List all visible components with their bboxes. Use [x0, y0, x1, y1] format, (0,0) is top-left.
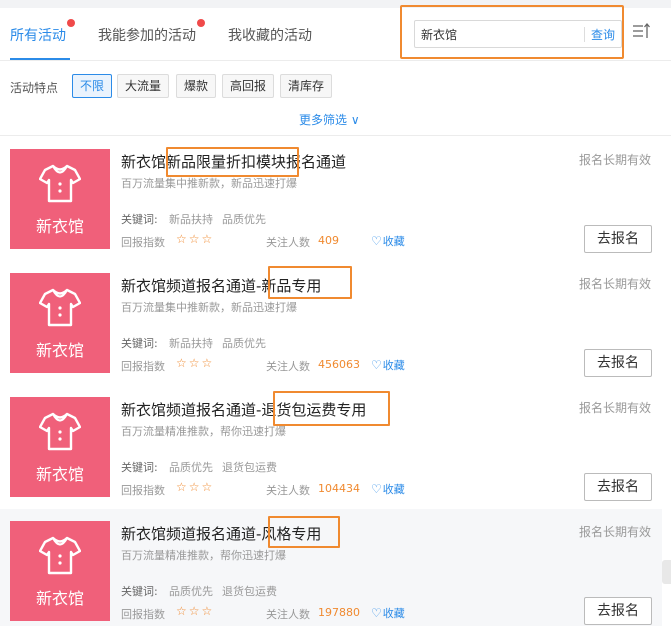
join-button[interactable]: 去报名	[584, 473, 652, 501]
shirt-icon	[39, 164, 81, 203]
status-text: 报名长期有效	[578, 525, 651, 539]
tab-favorite-activities[interactable]: 我收藏的活动	[228, 25, 312, 45]
activity-subtitle: 百万流量精准推款，帮你迅速打爆	[121, 425, 286, 438]
activity-thumbnail[interactable]: 新衣馆	[10, 397, 110, 497]
keyword-tag: 退货包运费	[222, 585, 277, 598]
chevron-down-icon: ∨	[350, 113, 360, 127]
activity-card: 新衣馆 新衣馆频道报名通道-退货包运费专用百万流量精准推款，帮你迅速打爆 关键词: 品…	[0, 385, 662, 509]
thumbnail-label: 新衣馆	[35, 217, 84, 236]
keyword-tag: 新品扶持	[169, 213, 213, 226]
keywords-label: 关键词:	[121, 461, 158, 474]
thumbnail-label: 新衣馆	[35, 341, 84, 360]
filter-label: 活动特点	[10, 81, 59, 95]
thumbnail-label: 新衣馆	[35, 589, 84, 608]
tab-label: 我收藏的活动	[228, 28, 312, 44]
followers-label: 关注人数	[266, 236, 310, 249]
star-rating: ☆☆☆	[176, 480, 215, 494]
activity-card: 新衣馆 新衣馆新品限量折扣模块报名通道百万流量集中推新款，新品迅速打爆 关键词: 新品…	[0, 137, 662, 261]
followers-label: 关注人数	[266, 360, 310, 373]
keyword-tag: 品质优先	[169, 585, 213, 598]
followers-label: 关注人数	[266, 484, 310, 497]
favorite-button[interactable]: ♡收藏	[371, 605, 405, 621]
favorite-label: 收藏	[382, 483, 405, 496]
search-divider	[584, 27, 585, 42]
activity-subtitle: 百万流量集中推新款，新品迅速打爆	[121, 177, 297, 190]
favorite-button[interactable]: ♡收藏	[371, 481, 405, 497]
favorite-label: 收藏	[382, 235, 405, 248]
activity-thumbnail[interactable]: 新衣馆	[10, 149, 110, 249]
search-box: 查询	[414, 20, 622, 48]
favorite-label: 收藏	[382, 359, 405, 372]
activity-card: 新衣馆 新衣馆频道报名通道-风格专用百万流量精准推款，帮你迅速打爆 关键词: 品质优先…	[0, 509, 662, 626]
divider	[0, 60, 671, 61]
star-rating: ☆☆☆	[176, 604, 215, 618]
tab-label: 我能参加的活动	[98, 28, 196, 44]
star-rating: ☆☆☆	[176, 356, 215, 370]
notification-dot	[67, 19, 75, 27]
thumbnail-label: 新衣馆	[35, 465, 84, 484]
filter-row: 活动特点 不限 大流量 爆款 高回报 清库存	[0, 72, 671, 102]
tab-label: 所有活动	[10, 28, 66, 44]
keyword-tag: 退货包运费	[222, 461, 277, 474]
search-button[interactable]: 查询	[591, 26, 615, 43]
status-text: 报名长期有效	[578, 277, 651, 291]
favorite-button[interactable]: ♡收藏	[371, 357, 405, 373]
join-button[interactable]: 去报名	[584, 225, 652, 253]
status-text: 报名长期有效	[578, 401, 651, 415]
heart-icon: ♡	[371, 358, 382, 372]
join-button[interactable]: 去报名	[584, 597, 652, 625]
side-handle[interactable]	[662, 560, 671, 584]
followers-label: 关注人数	[266, 608, 310, 621]
tab-all-activities[interactable]: 所有活动	[10, 19, 75, 45]
activity-title[interactable]: 新衣馆频道报名通道-风格专用	[121, 523, 321, 544]
return-index-label: 回报指数	[121, 360, 165, 373]
more-filters-toggle[interactable]: 更多筛选 ∨	[299, 111, 360, 128]
return-index-label: 回报指数	[121, 484, 165, 497]
keyword-tag: 新品扶持	[169, 337, 213, 350]
shirt-icon	[39, 288, 81, 327]
keyword-tag: 品质优先	[169, 461, 213, 474]
return-index-label: 回报指数	[121, 608, 165, 621]
shirt-icon	[39, 536, 81, 575]
activity-title[interactable]: 新衣馆频道报名通道-退货包运费专用	[121, 399, 366, 420]
heart-icon: ♡	[371, 234, 382, 248]
filter-chip-hot-item[interactable]: 爆款	[176, 74, 217, 98]
filter-chip-high-traffic[interactable]: 大流量	[117, 74, 170, 98]
activity-subtitle: 百万流量精准推款，帮你迅速打爆	[121, 549, 286, 562]
join-button[interactable]: 去报名	[584, 349, 652, 377]
keywords-label: 关键词:	[121, 585, 158, 598]
keyword-tag: 品质优先	[222, 337, 266, 350]
keywords-label: 关键词:	[121, 213, 158, 226]
filter-chip-high-return[interactable]: 高回报	[222, 74, 275, 98]
notification-dot	[197, 19, 205, 27]
return-index-label: 回报指数	[121, 236, 165, 249]
star-rating: ☆☆☆	[176, 232, 215, 246]
heart-icon: ♡	[371, 606, 382, 620]
favorite-button[interactable]: ♡收藏	[371, 233, 405, 249]
activity-card: 新衣馆 新衣馆频道报名通道-新品专用百万流量集中推新款，新品迅速打爆 关键词: 新品扶…	[0, 261, 662, 385]
top-bar	[0, 0, 671, 8]
filter-chip-clear-stock[interactable]: 清库存	[280, 74, 333, 98]
keywords-label: 关键词:	[121, 337, 158, 350]
heart-icon: ♡	[371, 482, 382, 496]
tab-eligible-activities[interactable]: 我能参加的活动	[98, 19, 205, 45]
divider	[0, 135, 671, 136]
activity-subtitle: 百万流量集中推新款，新品迅速打爆	[121, 301, 297, 314]
filter-chip-any[interactable]: 不限	[72, 74, 113, 98]
activity-title[interactable]: 新衣馆频道报名通道-新品专用	[121, 275, 321, 296]
search-input[interactable]	[421, 24, 581, 44]
status-text: 报名长期有效	[578, 153, 651, 167]
sort-icon[interactable]	[632, 22, 650, 40]
more-filters-label: 更多筛选	[299, 113, 348, 127]
shirt-icon	[39, 412, 81, 451]
keyword-tag: 品质优先	[222, 213, 266, 226]
followers-count: 409	[318, 234, 339, 247]
favorite-label: 收藏	[382, 607, 405, 620]
followers-count: 104434	[318, 482, 360, 495]
activity-title[interactable]: 新衣馆新品限量折扣模块报名通道	[121, 151, 346, 172]
activity-thumbnail[interactable]: 新衣馆	[10, 521, 110, 621]
followers-count: 197880	[318, 606, 360, 619]
activity-thumbnail[interactable]: 新衣馆	[10, 273, 110, 373]
followers-count: 456063	[318, 358, 360, 371]
